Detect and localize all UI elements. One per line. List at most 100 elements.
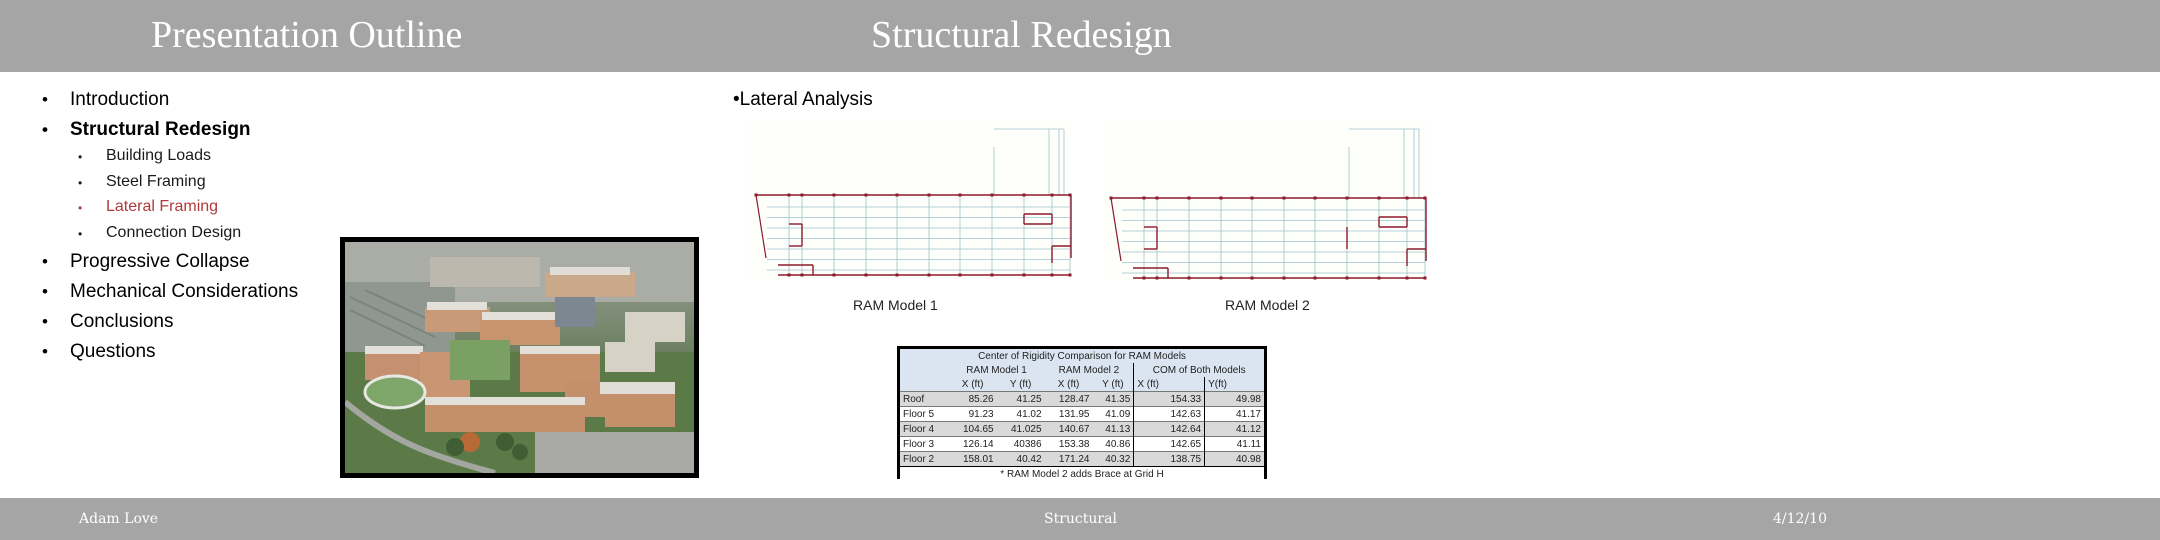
- table-cell: 138.75: [1133, 451, 1205, 467]
- column-node: [1423, 196, 1427, 200]
- outline-item-label: Questions: [70, 341, 156, 362]
- column-node: [1155, 196, 1159, 200]
- table-cell: 41.17: [1204, 406, 1264, 422]
- table-row: Floor 3 126.14 40386 153.38 40.86 142.65 41.11: [900, 436, 1264, 452]
- footer-author: Adam Love: [79, 511, 159, 527]
- column-node: [1219, 276, 1223, 280]
- row-label: Floor 3: [900, 436, 949, 452]
- table-cell: 153.38: [1044, 436, 1093, 452]
- bullet-icon: •: [78, 176, 83, 190]
- column-node: [1250, 196, 1254, 200]
- table-cell: 158.01: [948, 451, 997, 467]
- column-node: [1282, 196, 1286, 200]
- bullet-icon: •: [42, 120, 48, 139]
- table-cell: 85.26: [948, 391, 997, 407]
- row-label: Floor 2: [900, 451, 949, 467]
- frame-line: [1110, 197, 1122, 262]
- column-node: [990, 273, 994, 277]
- bullet-icon: •: [42, 282, 48, 301]
- column-node: [1068, 193, 1072, 197]
- ram-model-1-caption: RAM Model 1: [853, 297, 938, 313]
- ram-model-2-caption: RAM Model 2: [1225, 297, 1310, 313]
- table-note: * RAM Model 2 adds Brace at Grid H: [900, 466, 1264, 481]
- table-cell: 154.33: [1133, 391, 1205, 407]
- table-subheader: X (ft): [1044, 377, 1093, 392]
- table-cell: 40.32: [1092, 451, 1134, 467]
- table-cell: 41.13: [1092, 421, 1134, 437]
- title-bar: Presentation Outline Structural Redesign: [0, 0, 2160, 72]
- column-node: [864, 273, 868, 277]
- bullet-icon: •: [78, 227, 83, 241]
- table-cell: 41.11: [1204, 436, 1264, 452]
- column-node: [832, 273, 836, 277]
- column-node: [1282, 276, 1286, 280]
- outline-item-label: Connection Design: [106, 224, 242, 241]
- table-row: Roof 85.26 41.25 128.47 41.35 154.33 49.98: [900, 391, 1264, 407]
- column-node: [1423, 276, 1427, 280]
- column-node: [1345, 276, 1349, 280]
- column-node: [1405, 196, 1409, 200]
- column-node: [1313, 276, 1317, 280]
- column-node: [787, 273, 791, 277]
- table-cell: 91.23: [948, 406, 997, 422]
- table-corner: [900, 363, 949, 377]
- footer-date: 4/12/10: [1773, 511, 1827, 527]
- table-cell: 40.86: [1092, 436, 1134, 452]
- footer-bar: Adam Love Structural 4/12/10: [0, 498, 2160, 540]
- column-node: [1022, 273, 1026, 277]
- column-node: [927, 193, 931, 197]
- outline-item-label: Conclusions: [70, 311, 174, 332]
- outline-title: Presentation Outline: [151, 14, 463, 56]
- row-label: Floor 4: [900, 421, 949, 437]
- column-node: [1155, 276, 1159, 280]
- section-heading-lateral-analysis: •Lateral Analysis: [733, 89, 873, 110]
- column-node: [800, 193, 804, 197]
- frame-line: [755, 194, 767, 259]
- slide-title: Structural Redesign: [871, 14, 1172, 56]
- outline-item-label: Lateral Framing: [106, 198, 219, 215]
- table-subheader: Y (ft): [996, 377, 1045, 392]
- table-cell: 142.65: [1133, 436, 1205, 452]
- column-node: [1219, 196, 1223, 200]
- outline-item-label: Structural Redesign: [70, 119, 251, 140]
- table-corner: [900, 377, 949, 392]
- table-cell: 104.65: [948, 421, 997, 437]
- column-node: [1345, 196, 1349, 200]
- column-node: [1142, 196, 1146, 200]
- table-cell: 131.95: [1044, 406, 1093, 422]
- bullet-icon: •: [42, 90, 48, 109]
- column-node: [958, 273, 962, 277]
- table-cell: 40.42: [996, 451, 1045, 467]
- rigidity-comparison-table: Center of Rigidity Comparison for RAM Mo…: [900, 349, 1264, 481]
- table-cell: 142.64: [1133, 421, 1205, 437]
- table-cell: 41.12: [1204, 421, 1264, 437]
- ram-model-2-drawing: [1109, 128, 1427, 280]
- column-node: [1022, 193, 1026, 197]
- column-node: [1405, 276, 1409, 280]
- table-subheader: Y (ft): [1092, 377, 1134, 392]
- row-label: Floor 5: [900, 406, 949, 422]
- column-node: [1109, 196, 1113, 200]
- column-node: [1313, 196, 1317, 200]
- table-row: Floor 5 91.23 41.02 131.95 41.09 142.63 41.17: [900, 406, 1264, 422]
- bullet-icon: •: [78, 201, 83, 215]
- outline-item-label: Introduction: [70, 89, 170, 110]
- campus-aerial-photo: [340, 237, 699, 478]
- column-node: [1187, 276, 1191, 280]
- table-cell: 41.09: [1092, 406, 1134, 422]
- column-node: [1050, 273, 1054, 277]
- column-node: [864, 193, 868, 197]
- column-node: [1187, 196, 1191, 200]
- table-row: Floor 4 104.65 41.025 140.67 41.13 142.64 41.1…: [900, 421, 1264, 437]
- outline-item-label: Mechanical Considerations: [70, 281, 299, 302]
- table-cell: 140.67: [1044, 421, 1093, 437]
- column-node: [1142, 276, 1146, 280]
- table-caption: Center of Rigidity Comparison for RAM Mo…: [900, 349, 1264, 363]
- ram-model-2-plan: [1104, 121, 1427, 281]
- campus-illustration: [345, 242, 694, 473]
- column-node: [1050, 193, 1054, 197]
- table-cell: 40386: [996, 436, 1045, 452]
- table-subheader: X (ft): [948, 377, 997, 392]
- ram-model-1-drawing: [754, 128, 1072, 277]
- table-cell: 171.24: [1044, 451, 1093, 467]
